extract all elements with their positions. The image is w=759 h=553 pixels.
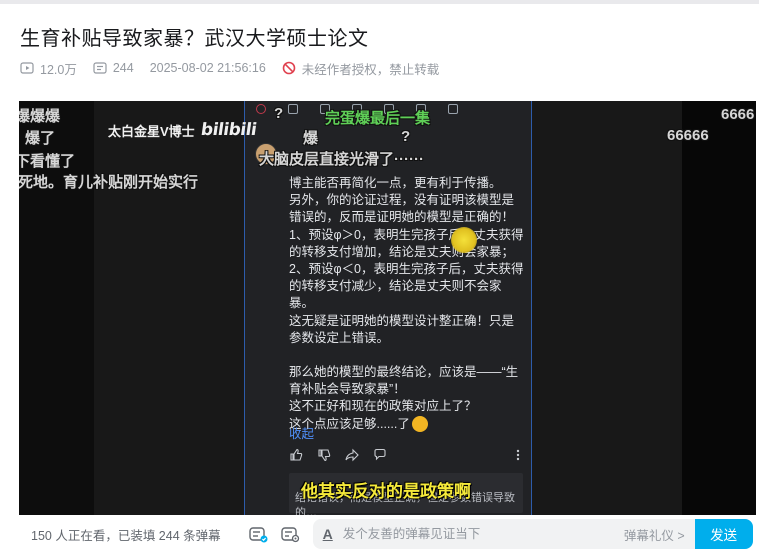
top-divider [0,0,759,4]
cursor-highlight [451,227,477,253]
comment-line: 这不正好和现在的政策对应上了？ [289,399,477,414]
comment-line: 博主能否再简化一点，更有利于传播。 [289,176,502,190]
danmaku-settings-button[interactable] [279,523,301,545]
danmaku-item: ? [274,105,284,122]
danmaku-input-wrapper: A 弹幕礼仪 > [312,519,695,549]
collapse-link: 收起 [289,427,315,441]
viewer-info: 150 人正在看，已装填 244 条弹幕 [31,528,221,543]
danmaku-item: 大脑皮层直接光滑了······ [259,151,424,168]
comment-line: 1、预设φ＞0，表明生完孩子后，丈夫获得的转移支付增加，结论是丈夫则会家暴； [289,227,524,259]
thumbs-up-icon [290,448,303,461]
comment-icon [448,104,458,114]
danmaku-count-icon [93,62,107,74]
thumbs-down-icon [318,449,331,462]
comment-line: 这无疑是证明她的模型设计整正确！只是参数设定上错误。 [289,313,515,345]
share-icon [345,448,359,462]
video-meta: 12.0万 244 2025-08-02 21:56:16 未经作者授权，禁止转… [20,59,455,77]
comment-gap [289,347,524,364]
danmaku-count: 244 [93,61,134,75]
danmaku-item: 爆爆爆 [19,108,61,125]
danmaku-count-value: 244 [112,61,134,75]
uploader-watermark: 太白金星V博士 bilibili [108,120,258,140]
danmaku-item: 爆了 [25,130,56,147]
comment-line: 2、预设φ＜0，表明生完孩子后，丈夫获得的转移支付减少，结论是丈夫则不会家暴。 [289,262,524,311]
view-count-value: 12.0万 [40,62,77,77]
more-options-icon [516,449,520,461]
copyright-notice: 未经作者授权，禁止转载 [282,59,440,78]
danmaku-settings-icon [280,527,299,543]
video-title: 生育补贴导致家暴？武汉大学硕士论文 [20,28,369,50]
copyright-notice-text: 未经作者授权，禁止转载 [301,62,440,77]
danmaku-item: 66666 [667,127,709,144]
danmaku-style-icon[interactable]: A [323,526,333,542]
play-count-icon [20,62,34,74]
danmaku-item: 死地。育儿补贴刚开始实行 [19,174,199,191]
crop-icon [288,104,298,114]
danmaku-etiquette-link[interactable]: 弹幕礼仪 > [624,525,685,544]
comment-line-with-emoji: 这个点应该足够......了 [289,416,524,433]
emoji-face-icon [411,416,428,433]
record-icon [256,104,266,114]
danmaku-item: 下看懂了 [19,153,76,170]
danmaku-toggle-button[interactable] [247,523,269,545]
danmaku-toggles [247,523,301,545]
comment-line: 另外，你的论证过程，没有证明该模型是错误的，反而是证明她的模型是正确的！ [289,193,515,225]
publish-time-value: 2025-08-02 21:56:16 [149,61,266,75]
comment-body: 博主能否再简化一点，更有利于传播。 另外，你的论证过程，没有证明该模型是错误的，… [289,175,524,433]
video-subtitle: 他其实反对的是政策啊 [301,482,471,501]
danmaku-input[interactable] [342,527,593,541]
danmaku-on-icon [248,527,268,543]
view-count: 12.0万 [20,59,77,78]
reply-bubble-icon [374,448,386,461]
prohibited-icon [282,61,296,75]
danmaku-bar: 150 人正在看，已装填 244 条弹幕 A 弹幕礼仪 > 发送 [19,515,756,553]
comment-line: 那么她的模型的最终结论，应该是——“生育补贴会导致家暴”！ [289,365,519,397]
danmaku-item: 爆 [303,130,319,147]
danmaku-item: 6666 [721,106,755,123]
send-danmaku-button[interactable]: 发送 [694,519,753,549]
comment-actions [289,448,521,462]
danmaku-item: 完蛋爆最后一集 [325,110,431,127]
publish-time: 2025-08-02 21:56:16 [150,61,266,75]
watermark-author: 太白金星V博士 [108,123,195,139]
bilibili-logo: bilibili [199,120,258,140]
danmaku-item: ? [401,128,411,145]
video-player[interactable]: 太白金星V博士 bilibili 爆爆爆 爆了 下看懂了 死地。育儿补贴刚开始实… [19,101,756,515]
